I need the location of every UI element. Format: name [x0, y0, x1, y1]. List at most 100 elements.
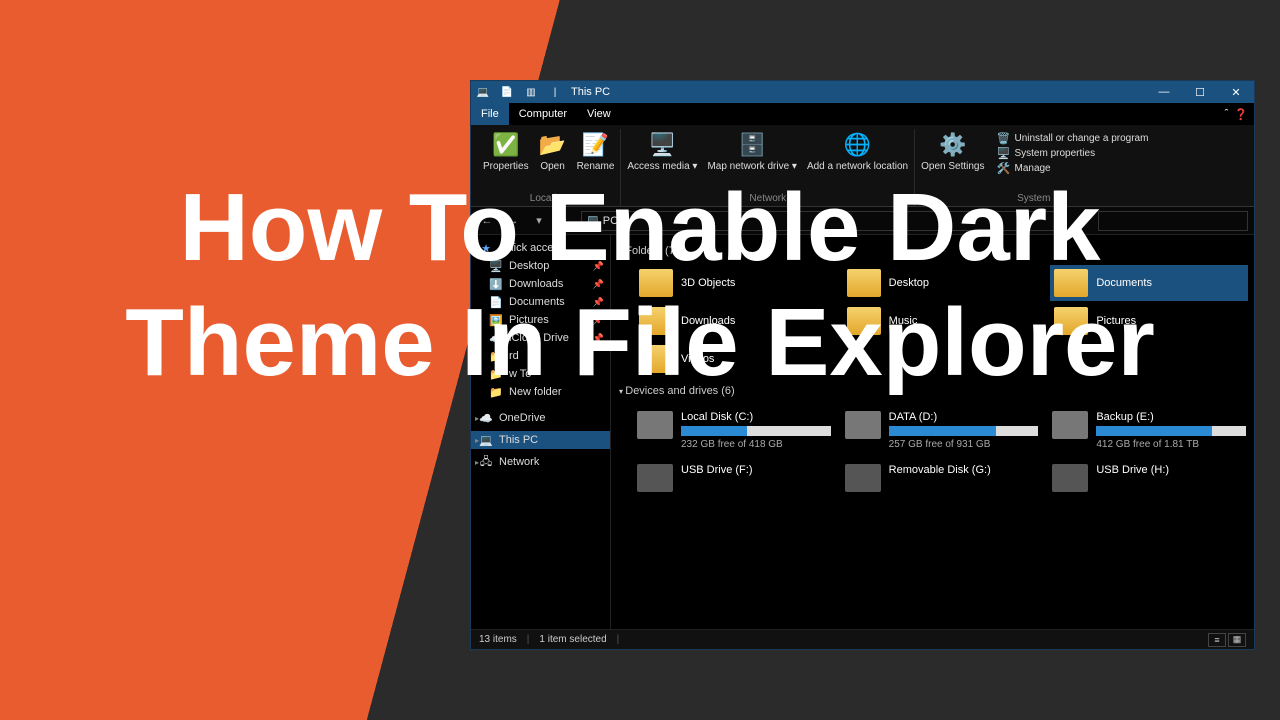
downloads-icon: ⬇️ [489, 277, 503, 291]
expand-icon[interactable]: ▸ [475, 436, 479, 445]
pin-icon: 📌 [593, 333, 604, 344]
window-title: This PC [571, 86, 610, 98]
sidebar-item-desktop[interactable]: 🖥️Desktop📌 [471, 257, 610, 275]
qat-icon-1[interactable]: 📄 [499, 84, 515, 100]
folder-downloads[interactable]: Downloads [635, 303, 833, 339]
tab-computer[interactable]: Computer [509, 103, 577, 125]
add-location-button[interactable]: 🌐Add a network location [805, 129, 910, 174]
desktop-icon: 🖥️ [489, 259, 503, 273]
system-properties-button[interactable]: 🖥️System properties [996, 146, 1148, 160]
qat-icon-2[interactable]: ▥ [523, 84, 539, 100]
nav-bar: ← → ▾ ↑ 💻 PC ⟳ [471, 207, 1254, 235]
drive-h[interactable]: USB Drive (H:) [1050, 462, 1248, 494]
onedrive-icon: ☁️ [479, 411, 493, 425]
folder-videos[interactable]: Videos [635, 341, 833, 377]
drive-g[interactable]: Removable Disk (G:) [843, 462, 1041, 494]
documents-icon: 📄 [489, 295, 503, 309]
status-separator: | [617, 634, 620, 645]
ribbon-group-network: Network [749, 193, 786, 206]
folder-icon [847, 269, 881, 297]
back-button[interactable]: ← [477, 211, 497, 231]
refresh-button[interactable]: ⟳ [1072, 211, 1092, 231]
usb-icon [637, 464, 673, 492]
sidebar-item-pictures[interactable]: 🖼️Pictures📌 [471, 311, 610, 329]
status-selection: 1 item selected [539, 634, 606, 645]
sysprops-icon: 🖥️ [996, 146, 1010, 160]
address-bar[interactable]: 💻 PC [581, 211, 1066, 231]
folder-music[interactable]: Music [843, 303, 1041, 339]
drive-d[interactable]: DATA (D:)257 GB free of 931 GB [843, 409, 1041, 452]
properties-button[interactable]: ✅Properties [481, 129, 531, 174]
folders-header[interactable]: ▾ Folders (7) [617, 241, 1248, 261]
content-pane: ▾ Folders (7) 3D Objects Desktop Documen… [611, 235, 1254, 629]
tab-view[interactable]: View [577, 103, 621, 125]
drive-f[interactable]: USB Drive (F:) [635, 462, 833, 494]
view-details-button[interactable]: ≡ [1208, 633, 1226, 647]
folder-3d-objects[interactable]: 3D Objects [635, 265, 833, 301]
access-media-button[interactable]: 🖥️Access media ▾ [625, 129, 699, 174]
sidebar-quick-access[interactable]: ▾★Quick access [471, 239, 610, 257]
pin-icon: 📌 [593, 297, 604, 308]
folder-desktop[interactable]: Desktop [843, 265, 1041, 301]
folder-icon [847, 307, 881, 335]
maximize-button[interactable]: ☐ [1182, 81, 1218, 103]
ribbon-group-system: System [1017, 193, 1050, 206]
sidebar-item-downloads[interactable]: ⬇️Downloads📌 [471, 275, 610, 293]
qat-divider: | [547, 84, 563, 100]
sidebar-onedrive[interactable]: ▸☁️OneDrive [471, 409, 610, 427]
disk-icon [637, 411, 673, 439]
tab-file[interactable]: File [471, 103, 509, 125]
ribbon-group-location: Location [530, 193, 568, 206]
view-large-button[interactable]: ▦ [1228, 633, 1246, 647]
expand-icon[interactable]: ▾ [475, 244, 479, 253]
ribbon-tabs: File Computer View ˆ ❓ [471, 103, 1254, 125]
close-button[interactable]: ✕ [1218, 81, 1254, 103]
open-icon: 📂 [539, 131, 567, 159]
folder-icon [1054, 269, 1088, 297]
help-icon[interactable]: ❓ [1234, 108, 1248, 121]
ribbon-collapse-icon[interactable]: ˆ [1225, 108, 1229, 120]
file-explorer-window: 💻 📄 ▥ | This PC — ☐ ✕ File Computer View… [470, 80, 1255, 650]
drives-header[interactable]: ▾ Devices and drives (6) [617, 381, 1248, 401]
status-separator: | [527, 634, 530, 645]
sidebar-item-documents[interactable]: 📄Documents📌 [471, 293, 610, 311]
sidebar-this-pc[interactable]: ▸💻This PC [471, 431, 610, 449]
minimize-button[interactable]: — [1146, 81, 1182, 103]
open-settings-button[interactable]: ⚙️Open Settings [919, 129, 986, 175]
sidebar-item-newfolder[interactable]: 📁New folder [471, 383, 610, 401]
address-icon: 💻 [586, 214, 600, 227]
sidebar-item-icloud[interactable]: ☁️iCloud Drive📌 [471, 329, 610, 347]
pin-icon: 📌 [593, 279, 604, 290]
pc-icon: 💻 [479, 433, 493, 447]
network-icon: 🖧 [479, 455, 493, 469]
search-input[interactable] [1098, 211, 1248, 231]
drive-e[interactable]: Backup (E:)412 GB free of 1.81 TB [1050, 409, 1248, 452]
status-item-count: 13 items [479, 634, 517, 645]
expand-icon[interactable]: ▸ [475, 458, 479, 467]
sidebar-item-folder1[interactable]: 📁rd [471, 347, 610, 365]
folder-icon [639, 307, 673, 335]
uninstall-button[interactable]: 🗑️Uninstall or change a program [996, 131, 1148, 145]
sidebar-item-folder2[interactable]: 📁w To [471, 365, 610, 383]
folder-documents[interactable]: Documents [1050, 265, 1248, 301]
sidebar-network[interactable]: ▸🖧Network [471, 453, 610, 471]
uninstall-icon: 🗑️ [996, 131, 1010, 145]
folder-icon [1054, 307, 1088, 335]
recent-dropdown[interactable]: ▾ [529, 211, 549, 231]
forward-button[interactable]: → [503, 211, 523, 231]
folder-pictures[interactable]: Pictures [1050, 303, 1248, 339]
folder-icon: 📁 [489, 385, 503, 399]
manage-button[interactable]: 🛠️Manage [996, 161, 1148, 175]
up-button[interactable]: ↑ [555, 211, 575, 231]
drive-c[interactable]: Local Disk (C:)232 GB free of 418 GB [635, 409, 833, 452]
star-icon: ★ [479, 241, 493, 255]
settings-icon: ⚙️ [939, 131, 967, 159]
rename-button[interactable]: 📝Rename [575, 129, 617, 174]
titlebar[interactable]: 💻 📄 ▥ | This PC — ☐ ✕ [471, 81, 1254, 103]
expand-icon[interactable]: ▸ [475, 414, 479, 423]
manage-icon: 🛠️ [996, 161, 1010, 175]
map-drive-button[interactable]: 🗄️Map network drive ▾ [705, 129, 799, 174]
open-button[interactable]: 📂Open [537, 129, 569, 174]
folder-icon [639, 269, 673, 297]
usb-icon [1052, 464, 1088, 492]
